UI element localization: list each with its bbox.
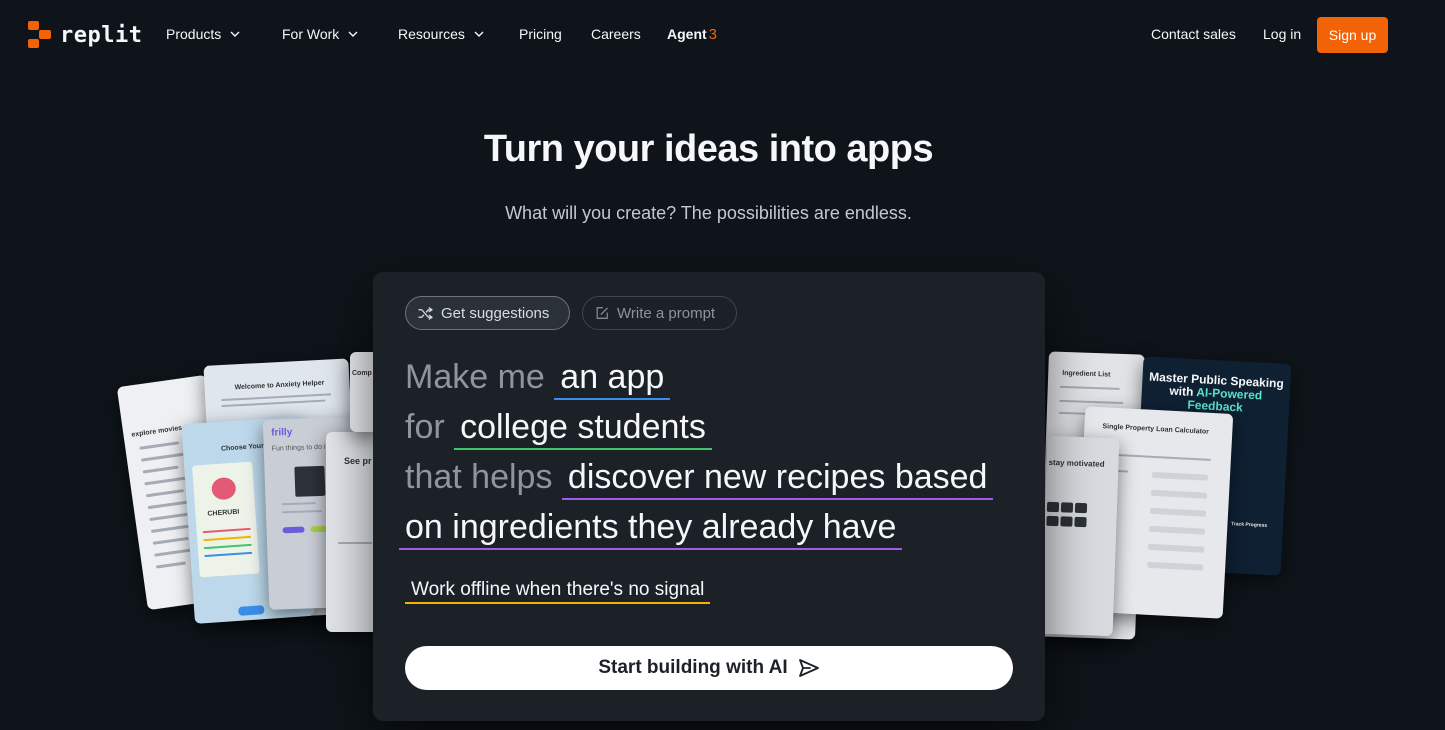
replit-logo[interactable]: replit (28, 21, 142, 49)
hero-title: Turn your ideas into apps (483, 128, 934, 170)
prompt-audience-slot[interactable]: college students (454, 408, 712, 450)
prompt-make-me: Make me (405, 358, 545, 396)
start-building-button[interactable]: Start building with AI (405, 646, 1013, 690)
nav-products-label: Products (166, 26, 222, 42)
chevron-down-icon (230, 31, 240, 37)
top-nav: replit Products For Work Resources Prici… (0, 0, 1445, 68)
contact-sales-link[interactable]: Contact sales (1151, 25, 1236, 43)
agent-version-badge: 3 (708, 25, 718, 43)
nav-agent[interactable]: Agent 3 (667, 25, 717, 43)
hero-subtitle: What will you create? The possibilities … (505, 203, 912, 223)
preview-text: Single Property Loan Calculator (1102, 423, 1210, 436)
sign-up-button[interactable]: Sign up (1317, 17, 1388, 53)
prompt-for: for (405, 408, 445, 446)
send-icon (798, 659, 819, 677)
replit-logo-icon (28, 21, 52, 49)
write-prompt-button[interactable]: Write a prompt (582, 296, 737, 330)
start-building-label: Start building with AI (598, 657, 788, 678)
get-suggestions-label: Get suggestions (441, 304, 550, 322)
prompt-app-type-slot[interactable]: an app (554, 358, 671, 400)
chevron-down-icon (348, 31, 358, 37)
preview-text: See pr (344, 456, 372, 466)
preview-text: frilly (270, 426, 293, 439)
write-prompt-label: Write a prompt (617, 304, 716, 322)
log-in-link[interactable]: Log in (1263, 25, 1301, 43)
nav-resources-label: Resources (398, 26, 465, 42)
prompt-that-helps: that helps (405, 458, 553, 496)
prompt-purpose-slot[interactable]: discover new recipes based (561, 458, 994, 500)
preview-text: stay motivated (1048, 457, 1105, 469)
prompt-line-4: on ingredients they already have (399, 508, 903, 550)
prompt-line-1: Make me an app (405, 358, 671, 400)
nav-for-work[interactable]: For Work (282, 25, 358, 43)
preview-text: Welcome to Anxiety Helper (234, 379, 325, 392)
nav-careers[interactable]: Careers (591, 25, 641, 43)
nav-resources[interactable]: Resources (398, 25, 484, 43)
preview-text: Comp (352, 370, 372, 377)
chevron-down-icon (474, 31, 484, 37)
prompt-line-3: that helps discover new recipes based (405, 458, 994, 500)
nav-for-work-label: For Work (282, 26, 340, 42)
app-preview-stay-motivated: stay motivated (1040, 435, 1120, 637)
prompt-line-2: for college students (405, 408, 712, 450)
preview-text: Ingredient List (1062, 369, 1111, 379)
preview-text: Track Progress (1230, 521, 1268, 529)
nav-products[interactable]: Products (166, 25, 240, 43)
edit-icon (596, 307, 608, 319)
prompt-feature-line: Work offline when there's no signal (405, 579, 711, 604)
preview-text: explore movies (131, 424, 183, 439)
prompt-feature-slot[interactable]: Work offline when there's no signal (405, 579, 711, 604)
nav-agent-label: Agent (667, 26, 707, 42)
get-suggestions-button[interactable]: Get suggestions (405, 296, 570, 330)
prompt-panel: Get suggestions Write a prompt Make me a… (373, 272, 1045, 721)
preview-text: Fun things to do in (271, 443, 330, 453)
shuffle-icon (418, 306, 433, 320)
prompt-purpose-slot-continued[interactable]: on ingredients they already have (399, 508, 903, 550)
logo-wordmark: replit (60, 22, 143, 48)
nav-pricing[interactable]: Pricing (519, 25, 562, 43)
